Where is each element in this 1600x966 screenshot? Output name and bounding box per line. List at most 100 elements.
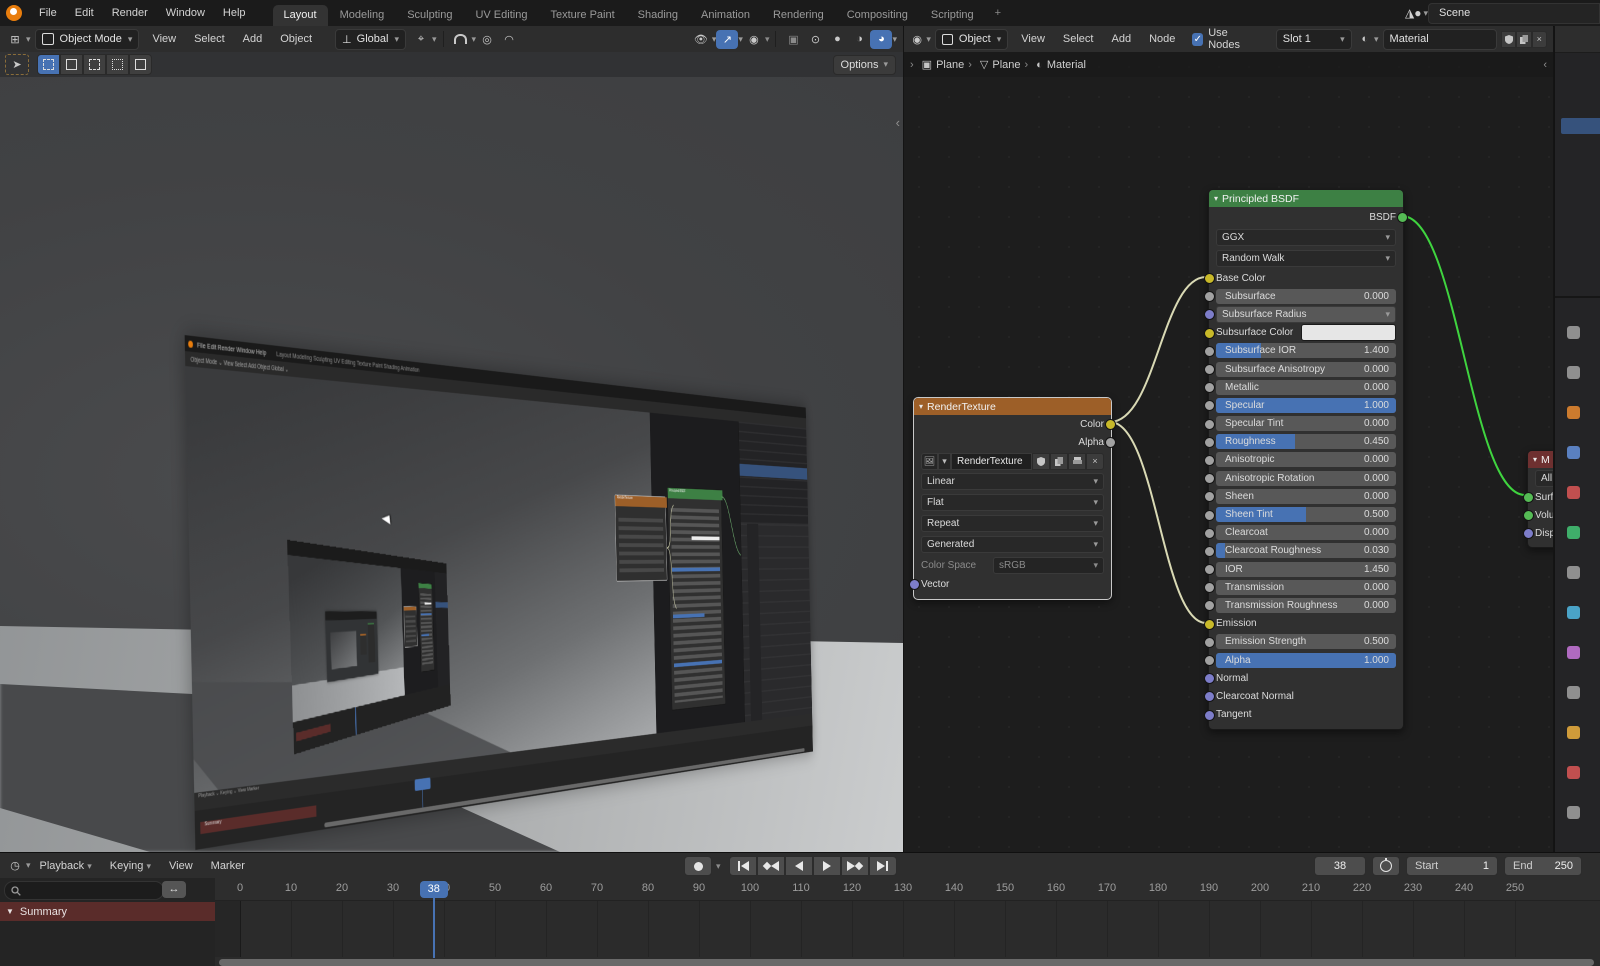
principled-bsdf-node[interactable]: ▾Principled BSDF BSDF GGX▾Random Walk▾Ba… [1208,189,1404,730]
image-name-field[interactable]: RenderTexture [951,453,1032,470]
menu-file[interactable]: File [30,0,66,26]
overlays-chevron-icon[interactable]: ▾ [765,34,770,45]
shader-type-dropdown[interactable]: Object▾ [935,29,1008,50]
show-gizmo-icon[interactable]: 👁 [690,30,712,49]
workspace-tab-animation[interactable]: Animation [690,5,761,26]
scene-name-field[interactable]: Scene [1428,3,1600,24]
color-space-dropdown[interactable]: sRGB▾ [993,557,1104,574]
emission-strength-slider[interactable]: Emission Strength0.500 [1216,634,1396,649]
generated-dropdown[interactable]: Generated▾ [921,536,1104,553]
breadcrumb-mesh[interactable]: Plane [992,59,1020,71]
properties-tab-icon[interactable] [1567,766,1580,779]
linear-dropdown[interactable]: Linear▾ [921,473,1104,490]
node-menu-add[interactable]: Add [1102,26,1140,52]
vector-input-socket[interactable] [909,579,920,590]
image-browse-chevron-icon[interactable]: ▾ [938,453,951,470]
use-preview-range-stopwatch-icon[interactable] [1372,856,1400,876]
keying-set-chevron-icon[interactable]: ▾ [716,861,721,872]
workspace-tab-sculpting[interactable]: Sculpting [396,5,463,26]
anisotropic-socket[interactable] [1204,455,1215,466]
jump-to-start-button[interactable] [729,856,757,876]
properties-tab-icon[interactable] [1567,526,1580,539]
output-target-dropdown[interactable]: All [1535,470,1553,487]
menu-help[interactable]: Help [214,0,255,26]
anisotropic-rotation-socket[interactable] [1204,473,1215,484]
properties-tab-icon[interactable] [1567,686,1580,699]
subsurface-color-socket[interactable] [1204,328,1215,339]
workspace-tab-shading[interactable]: Shading [627,5,689,26]
properties-tab-icon[interactable] [1567,646,1580,659]
viewport-menu-add[interactable]: Add [234,26,272,52]
workspace-tab-modeling[interactable]: Modeling [329,5,396,26]
alpha-socket[interactable] [1204,655,1215,666]
gizmos-icon[interactable]: ↗ [716,30,738,49]
properties-tab-icon[interactable] [1567,726,1580,739]
metallic-socket[interactable] [1204,382,1215,393]
transmission-roughness-socket[interactable] [1204,600,1215,611]
keying-menu[interactable]: Keying ▾ [101,853,160,879]
orientation-dropdown[interactable]: ⊥ Global▾ [335,29,406,50]
repeat-dropdown[interactable]: Repeat▾ [921,515,1104,532]
sheen-slider[interactable]: Sheen0.000 [1216,489,1396,504]
playback-menu[interactable]: Playback ▾ [31,853,101,879]
auto-keying-record-button[interactable] [684,856,712,876]
roughness-socket[interactable] [1204,437,1215,448]
shader-editor-type-icon[interactable]: ◉ [908,30,926,49]
anisotropic-slider[interactable]: Anisotropic0.000 [1216,452,1396,467]
play-reverse-button[interactable] [785,856,813,876]
material-sphere-icon[interactable]: ◐ [1356,30,1374,49]
subsurface-color-swatch[interactable] [1301,324,1396,341]
select-intersect-tool-button[interactable] [129,54,152,75]
tweak-tool-button[interactable]: ➤ [5,54,29,75]
material-output-header[interactable]: ▾M [1528,451,1553,468]
next-keyframe-button[interactable] [841,856,869,876]
menu-edit[interactable]: Edit [66,0,103,26]
emission-strength-socket[interactable] [1204,637,1215,648]
playhead-line[interactable] [433,898,435,958]
subsurface-anisotropy-socket[interactable] [1204,364,1215,375]
properties-tab-icon[interactable] [1567,566,1580,579]
select-subtract-tool-button[interactable] [83,54,106,75]
summary-channel[interactable]: ▼ Summary [0,902,215,921]
ior-socket[interactable] [1204,564,1215,575]
render-texture-node-header[interactable]: ▾RenderTexture [914,398,1111,415]
blender-logo[interactable] [6,5,22,21]
scene-icon[interactable]: ◮● [1405,6,1421,20]
prev-keyframe-button[interactable] [757,856,785,876]
pivot-dropdown[interactable]: ⌖ [410,30,432,49]
start-frame-field[interactable]: Start1 [1406,856,1498,876]
menu-render[interactable]: Render [103,0,157,26]
expand-triangle-icon[interactable]: ▼ [6,907,14,916]
clearcoat-roughness-slider[interactable]: Clearcoat Roughness0.030 [1216,543,1396,558]
proportional-edit-icon[interactable]: ◎ [476,30,498,49]
breadcrumb-material[interactable]: Material [1047,59,1086,71]
viewport-canvas[interactable]: File Edit Render Window Help Layout Mode… [0,77,903,852]
mode-dropdown[interactable]: Object Mode▾ [35,29,140,50]
workspace-tab-scripting[interactable]: Scripting [920,5,985,26]
breadcrumb-object[interactable]: Plane [936,59,964,71]
workspace-tab-layout[interactable]: Layout [273,5,328,26]
overlays-icon[interactable]: ◉ [743,30,765,49]
normal-socket[interactable] [1204,673,1215,684]
shader-editor-type-chevron-icon[interactable]: ▾ [926,34,931,45]
select-extend-tool-button[interactable] [60,54,83,75]
flat-dropdown[interactable]: Flat▾ [921,494,1104,511]
viewport-menu-select[interactable]: Select [185,26,234,52]
sheen-tint-socket[interactable] [1204,510,1215,521]
transmission-socket[interactable] [1204,582,1215,593]
subsurface-ior-slider[interactable]: Subsurface IOR1.400 [1216,343,1396,358]
properties-tab-icon[interactable] [1567,366,1580,379]
current-frame-field[interactable]: 38 [1314,856,1366,876]
properties-tab-icon[interactable] [1567,606,1580,619]
xray-icon[interactable]: ▣ [782,30,804,49]
playhead-frame-badge[interactable]: 38 [420,881,448,898]
specular-socket[interactable] [1204,400,1215,411]
timeline-editor-type-icon[interactable]: ◷ [4,856,26,875]
properties-tab-icon[interactable] [1567,406,1580,419]
select-box-tool-button[interactable] [37,54,60,75]
select-invert-tool-button[interactable] [106,54,129,75]
principled-node-header[interactable]: ▾Principled BSDF [1209,190,1403,207]
channel-search-field[interactable] [4,881,164,900]
random-walk-dropdown[interactable]: Random Walk▾ [1216,250,1396,267]
new-copy-icon[interactable] [1050,453,1068,470]
